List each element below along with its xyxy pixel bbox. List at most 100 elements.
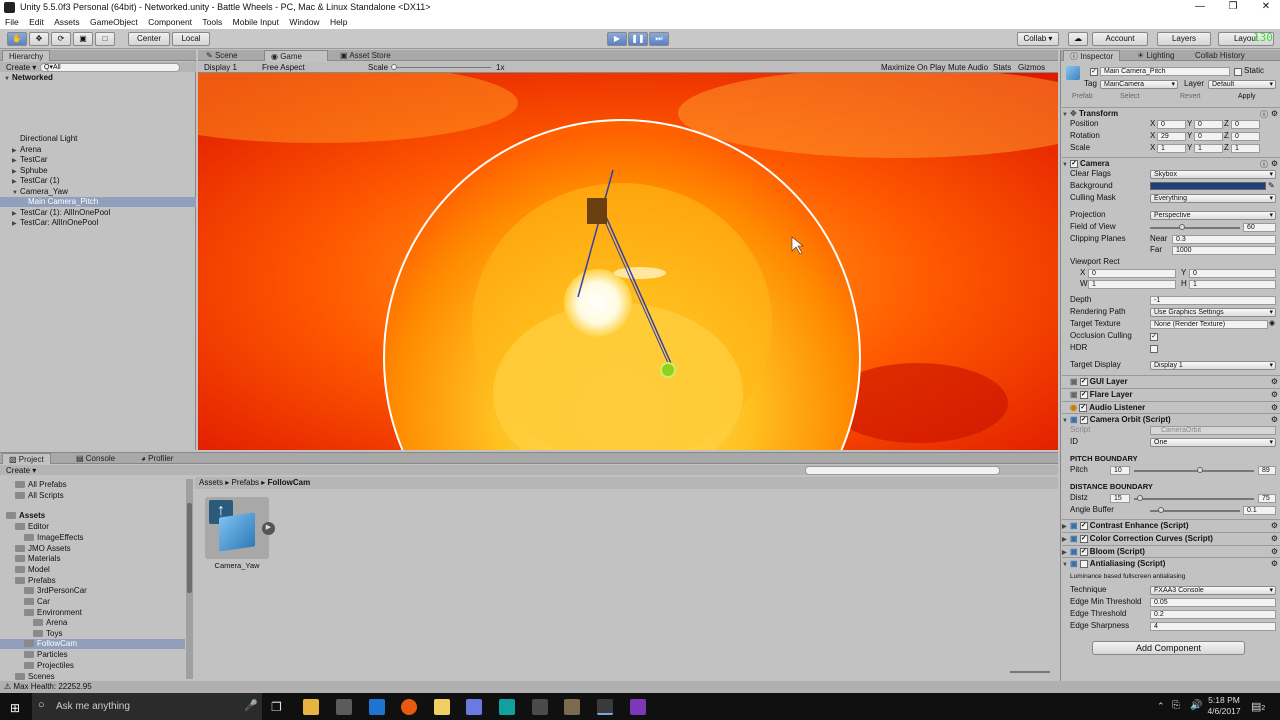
distance-min-field[interactable]: 15 [1110,494,1130,503]
tab-profiler[interactable]: ◕ Profiler [135,453,179,464]
edge-threshold-field[interactable]: 0.2 [1150,610,1276,619]
rendering-path-dropdown[interactable]: Use Graphics Settings [1150,308,1276,317]
id-dropdown[interactable]: One [1150,438,1276,447]
hierarchy-item[interactable]: Directional Light [0,134,196,144]
expand-prefab-icon[interactable]: ▶ [262,522,275,535]
project-search-input[interactable] [805,466,1000,475]
viewport-h-field[interactable]: 1 [1189,280,1276,289]
hierarchy-item[interactable]: ▶ Arena [0,145,196,155]
project-tree-item[interactable]: Editor [0,522,185,532]
eyedropper-icon[interactable]: ✎ [1268,181,1275,191]
camera-settings-icon[interactable]: ⚙ [1271,158,1278,170]
gui-layer-header[interactable]: ▣ ✓ GUI Layer ⚙ [1062,375,1280,387]
pitch-range-slider[interactable] [1134,470,1254,472]
tab-console[interactable]: ▤ Console [70,453,121,464]
app-m-icon[interactable] [499,699,515,715]
contrast-enhance-settings-icon[interactable]: ⚙ [1271,520,1278,532]
hierarchy-create-button[interactable]: Create ▾ [6,63,36,72]
project-tree-item[interactable]: All Scripts [0,491,185,501]
camera-orbit-header[interactable]: ▼ ▣ ✓ Camera Orbit (Script) ⚙ [1062,413,1280,425]
viewport-y-field[interactable]: 0 [1189,269,1276,278]
scene-root[interactable]: ▼ Networked [0,73,196,83]
hierarchy-item[interactable]: ▶ TestCar (1) [0,176,196,186]
aspect-select[interactable]: Free Aspect [262,63,305,72]
distance-range-knob[interactable] [1137,495,1143,501]
transform-header[interactable]: ▼ ✥ Transform ⓘ ⚙ [1062,107,1280,119]
scale-slider-knob[interactable] [391,64,397,70]
component-settings-icon[interactable]: ⚙ [1271,108,1278,120]
tab-asset-store[interactable]: ▣ Asset Store [334,50,397,61]
move-tool-icon[interactable]: ✥ [29,32,49,46]
angle-buffer-knob[interactable] [1158,507,1164,513]
taskbar-search[interactable]: ○ Ask me anything 🎤 [32,693,262,720]
tab-hierarchy[interactable]: Hierarchy [2,50,51,61]
position-y-field[interactable]: 0 [1194,120,1223,129]
hand-tool-icon[interactable]: ✋ [7,32,27,46]
project-create-button[interactable]: Create ▾ [6,466,36,475]
project-tree-item[interactable]: FollowCam [0,639,185,649]
object-name-field[interactable]: Main Camera_Pitch [1100,67,1230,76]
scrollbar-thumb[interactable] [187,503,192,593]
gizmos-toggle[interactable]: Gizmos [1018,63,1045,72]
position-x-field[interactable]: 0 [1157,120,1186,129]
viewport-x-field[interactable]: 0 [1088,269,1176,278]
menu-edit[interactable]: Edit [29,17,44,27]
prefab-select-button[interactable]: Select [1120,92,1139,102]
distance-range-slider[interactable] [1134,498,1254,500]
target-texture-field[interactable]: None (Render Texture) [1150,320,1268,329]
project-tree-item[interactable]: All Prefabs [0,480,185,490]
play-button[interactable]: ▶ [607,32,627,46]
expand-arrow-icon[interactable]: ▶ [12,156,20,166]
bloom-header[interactable]: ▶ ▣ ✓ Bloom (Script) ⚙ [1062,545,1280,557]
menu-file[interactable]: File [5,17,19,27]
firefox-icon[interactable] [401,699,417,715]
antialiasing-settings-icon[interactable]: ⚙ [1271,558,1278,570]
project-tree-item[interactable]: Toys [0,629,185,639]
far-field[interactable]: 1000 [1172,246,1276,255]
active-checkbox[interactable]: ✓ [1090,68,1098,76]
menu-tools[interactable]: Tools [202,17,222,27]
volume-icon[interactable]: 🔊 [1190,700,1202,711]
sticky-notes-icon[interactable] [434,699,450,715]
project-tree-item[interactable]: Car [0,597,185,607]
gui-layer-settings-icon[interactable]: ⚙ [1271,376,1278,388]
menu-assets[interactable]: Assets [54,17,80,27]
store-icon[interactable] [336,699,352,715]
project-tree-item[interactable]: Environment [0,608,185,618]
layer-dropdown[interactable]: Default [1208,80,1276,89]
occlusion-culling-checkbox[interactable]: ✓ [1150,332,1160,341]
pitch-max-field[interactable]: 89 [1258,466,1276,475]
layers-button[interactable]: Layers [1157,32,1211,46]
menu-mobile-input[interactable]: Mobile Input [233,17,279,27]
tab-lighting[interactable]: ☀ Lighting [1131,50,1180,61]
scale-z-field[interactable]: 1 [1231,144,1260,153]
cloud-icon[interactable]: ☁ [1068,32,1088,46]
project-tree-item[interactable]: 3rdPersonCar [0,586,185,596]
hierarchy-item[interactable]: Main Camera_Pitch [0,197,196,207]
microphone-icon[interactable]: 🎤 [244,699,258,712]
stats-toggle[interactable]: Stats [993,63,1011,72]
rotation-z-field[interactable]: 0 [1231,132,1260,141]
expand-arrow-icon[interactable]: ▼ [12,188,20,198]
expand-arrow-icon[interactable]: ▶ [12,177,20,187]
game-app-icon[interactable] [532,699,548,715]
menu-help[interactable]: Help [330,17,347,27]
clock[interactable]: 5:18 PM 4/6/2017 [1206,695,1242,717]
culling-mask-dropdown[interactable]: Everything [1150,194,1276,203]
pause-button[interactable]: ❚❚ [628,32,648,46]
projection-dropdown[interactable]: Perspective [1150,211,1276,220]
mute-audio-toggle[interactable]: Mute Audio [948,63,988,72]
hierarchy-item[interactable]: ▶ TestCar (1): AllInOnePool [0,208,196,218]
color-correction-settings-icon[interactable]: ⚙ [1271,533,1278,545]
rotation-y-field[interactable]: 0 [1194,132,1223,141]
project-tree-item[interactable]: Model [0,565,185,575]
edge-min-threshold-field[interactable]: 0.05 [1150,598,1276,607]
icon-size-slider[interactable] [1010,671,1050,673]
menu-gameobject[interactable]: GameObject [90,17,138,27]
step-button[interactable]: ⏭ [649,32,669,46]
hierarchy-item[interactable]: ▶ Sphube [0,166,196,176]
discord-icon[interactable] [466,699,482,715]
camera-header[interactable]: ▼ ✓ Camera ⓘ ⚙ [1062,157,1280,169]
tab-collab-history[interactable]: Collab History [1189,50,1251,61]
technique-dropdown[interactable]: FXAA3 Console [1150,586,1276,595]
